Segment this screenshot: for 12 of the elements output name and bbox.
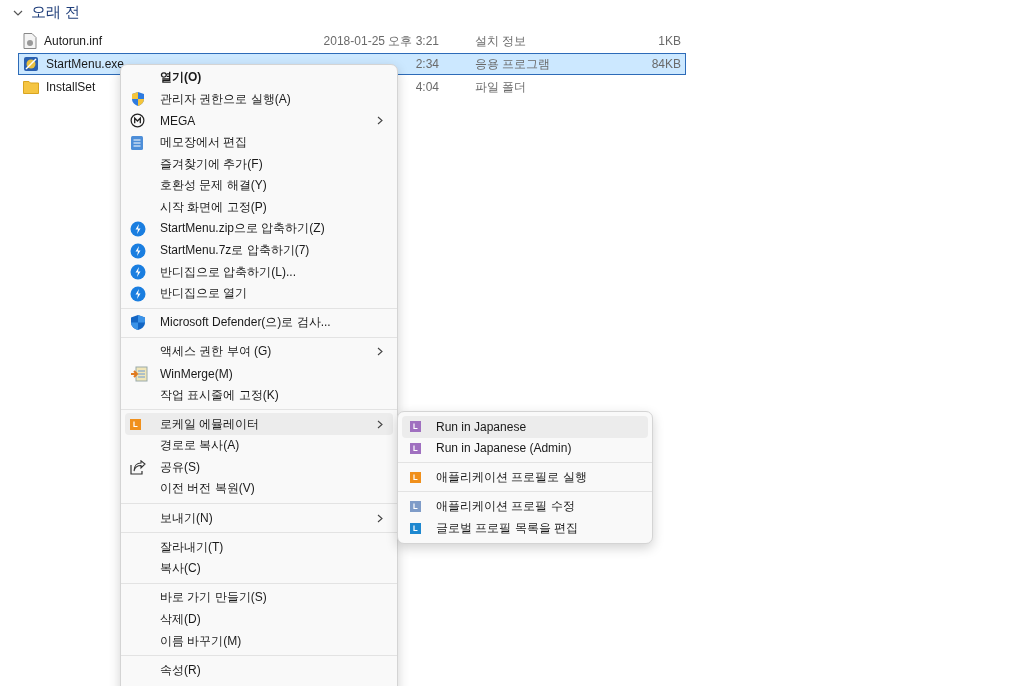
file-type: 설치 정보 [475,32,528,50]
file-type: 파일 폴더 [475,78,528,96]
file-type: 응용 프로그램 [475,55,552,73]
group-title: 오래 전 [31,3,81,22]
file-name: Autorun.inf [44,34,103,48]
file-size: 84KB [651,57,681,71]
file-date: 4:04 [414,80,439,94]
file-name: StartMenu.exe [46,57,125,71]
file-size: 1KB [658,34,681,48]
file-date: 2:34 [414,57,439,71]
file-name: InstallSet [46,80,96,94]
file-date: 2018-01-25 오후 3:21 [322,32,439,50]
